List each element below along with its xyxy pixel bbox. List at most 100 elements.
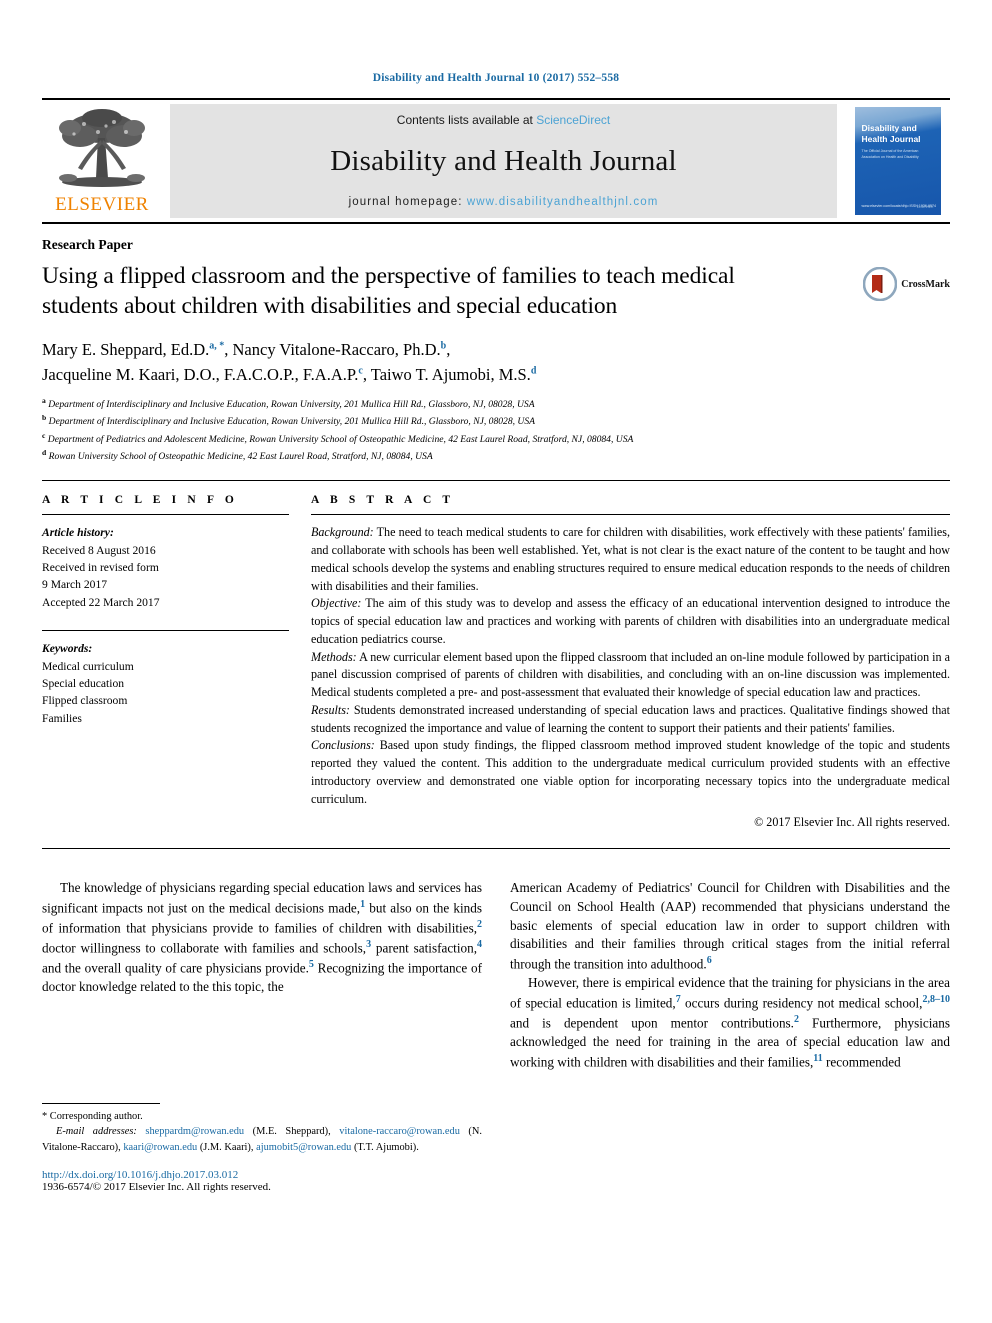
article-info-column: A R T I C L E I N F O Article history: R…	[42, 494, 289, 832]
running-head: Disability and Health Journal 10 (2017) …	[372, 72, 620, 84]
body-paragraph: American Academy of Pediatrics' Council …	[510, 879, 950, 974]
elsevier-tree-icon	[59, 109, 145, 187]
body-columns: The knowledge of physicians regarding sp…	[42, 879, 950, 1193]
abstract-column: A B S T R A C T Background: The need to …	[311, 494, 950, 832]
cover-title-line1: Disability and	[861, 123, 917, 133]
abstract-body: Background: The need to teach medical st…	[311, 524, 950, 832]
footnote-rule	[42, 1103, 160, 1105]
abstract-section-label: Methods:	[311, 649, 357, 664]
affiliation-mark: b	[42, 413, 47, 423]
author-line-2: Jacqueline M. Kaari, D.O., F.A.C.O.P., F…	[42, 362, 832, 387]
abstract-section-label: Objective:	[311, 596, 362, 611]
abstract-section: Methods: A new curricular element based …	[311, 649, 950, 702]
title-row: Using a flipped classroom and the perspe…	[42, 253, 950, 322]
sciencedirect-link[interactable]: ScienceDirect	[536, 113, 610, 127]
body-text: and the overall quality of care physicia…	[42, 960, 309, 976]
body-text: recommended	[822, 1054, 901, 1070]
contents-prefix: Contents lists available at	[396, 113, 537, 127]
crossmark-badge[interactable]: CrossMark	[863, 267, 950, 301]
contents-lists-line: Contents lists available at ScienceDirec…	[397, 113, 610, 127]
journal-title: Disability and Health Journal	[330, 145, 677, 177]
abstract-section-text: The aim of this study was to develop and…	[311, 596, 950, 646]
crossmark-label: CrossMark	[901, 278, 950, 290]
author-sheppard-affil-mark: a, *	[209, 340, 225, 352]
affiliation-text: Department of Interdisciplinary and Incl…	[48, 416, 536, 428]
keywords-divider	[42, 630, 289, 632]
article-info-heading: A R T I C L E I N F O	[42, 494, 238, 507]
abstract-section: Conclusions: Based upon study findings, …	[311, 737, 950, 808]
affiliation-row: a Department of Interdisciplinary and In…	[42, 395, 950, 412]
affiliation-mark: d	[42, 447, 47, 457]
keyword-item: Families	[42, 711, 82, 725]
affiliation-text: Department of Interdisciplinary and Incl…	[48, 399, 535, 411]
author-ajumobi: , Taiwo T. Ajumobi, M.S.	[362, 364, 531, 384]
affiliation-text: Rowan University School of Osteopathic M…	[48, 451, 433, 463]
abstract-section-label: Results:	[311, 702, 350, 717]
keywords-label: Keywords:	[42, 642, 93, 656]
citation-ref[interactable]: 2	[477, 919, 482, 930]
affiliation-list: a Department of Interdisciplinary and In…	[42, 395, 950, 464]
author-ajumobi-affil-mark: d	[530, 365, 537, 377]
affiliation-row: d Rowan University School of Osteopathic…	[42, 447, 950, 464]
abstract-section: Background: The need to teach medical st…	[311, 524, 950, 595]
history-line: Received in revised form	[42, 561, 159, 574]
abstract-section-label: Conclusions:	[311, 738, 375, 753]
email-link[interactable]: sheppardm@rowan.edu	[145, 1126, 244, 1137]
keyword-item: Special education	[42, 676, 125, 690]
abstract-section-text: A new curricular element based upon the …	[311, 649, 950, 700]
keyword-item: Medical curriculum	[42, 659, 134, 673]
email-owner: (J.M. Kaari),	[197, 1141, 257, 1153]
abstract-section-text: The need to teach medical students to ca…	[311, 525, 950, 593]
email-owner: (T.T. Ajumobi).	[351, 1141, 419, 1153]
elsevier-logo: ELSEVIER	[42, 100, 162, 222]
crossmark-icon	[863, 267, 898, 301]
document-type-label: Research Paper	[42, 237, 133, 252]
email-link[interactable]: kaari@rowan.edu	[123, 1142, 197, 1153]
affiliation-row: c Department of Pediatrics and Adolescen…	[42, 430, 950, 447]
body-text: American Academy of Pediatrics' Council …	[510, 880, 950, 972]
journal-banner: Contents lists available at ScienceDirec…	[170, 104, 837, 218]
issn-copyright-line: 1936-6574/© 2017 Elsevier Inc. All right…	[42, 1181, 271, 1194]
author-sheppard: Mary E. Sheppard, Ed.D.	[42, 339, 210, 359]
journal-homepage-link[interactable]: www.disabilityandhealthjnl.com	[467, 196, 659, 208]
keywords-block: Keywords: Medical curriculum Special edu…	[42, 640, 289, 727]
journal-cover-thumbnail[interactable]: Disability and Health Journal The Offici…	[845, 100, 950, 222]
body-text: and is dependent upon mentor contributio…	[510, 1015, 794, 1031]
article-history-block: Article history: Received 8 August 2016 …	[42, 524, 289, 611]
history-line: Accepted 22 March 2017	[42, 595, 160, 609]
body-column-right: American Academy of Pediatrics' Council …	[510, 879, 950, 1193]
body-text: doctor willingness to collaborate with f…	[42, 940, 367, 956]
affiliation-text: Department of Pediatrics and Adolescent …	[47, 433, 634, 445]
article-first-page: Disability and Health Journal 10 (2017) …	[0, 0, 992, 1323]
page-title: Using a flipped classroom and the perspe…	[42, 263, 735, 319]
citation-ref[interactable]: 4	[477, 939, 482, 950]
abstract-section: Results: Students demonstrated increased…	[311, 702, 950, 738]
footnote-area: * Corresponding author. E-mail addresses…	[42, 1103, 482, 1193]
info-abstract-band: A R T I C L E I N F O Article history: R…	[42, 480, 950, 850]
email-link[interactable]: ajumobit5@rowan.edu	[256, 1142, 351, 1153]
corresponding-author-note: * Corresponding author.	[42, 1109, 482, 1124]
elsevier-wordmark: ELSEVIER	[55, 194, 149, 215]
abstract-section-label: Background:	[311, 525, 374, 540]
citation-ref[interactable]: 11	[813, 1053, 822, 1064]
body-paragraph: However, there is empirical evidence tha…	[510, 974, 950, 1072]
history-line: 9 March 2017	[42, 578, 108, 592]
citation-ref[interactable]: 2,8–10	[922, 994, 950, 1005]
keyword-item: Flipped classroom	[42, 694, 128, 708]
author-vitalone: , Nancy Vitalone-Raccaro, Ph.D.	[224, 339, 441, 359]
abstract-copyright: © 2017 Elsevier Inc. All rights reserved…	[754, 815, 950, 830]
history-line: Received 8 August 2016	[42, 543, 156, 557]
body-column-left: The knowledge of physicians regarding sp…	[42, 879, 482, 1193]
cover-title-line2: Health Journal	[861, 133, 921, 144]
corresponding-author-text: * Corresponding author.	[42, 1111, 143, 1123]
body-text: parent satisfaction,	[371, 940, 477, 956]
author-kaari: Jacqueline M. Kaari, D.O., F.A.C.O.P., F…	[42, 364, 359, 384]
doi-link[interactable]: http://dx.doi.org/10.1016/j.dhjo.2017.03…	[42, 1169, 482, 1181]
email-link[interactable]: vitalone-raccaro@rowan.edu	[339, 1126, 460, 1137]
journal-masthead: ELSEVIER Contents lists available at Sci…	[42, 98, 950, 224]
email-owner: (M.E. Sheppard),	[244, 1126, 340, 1138]
author-line1-tail: ,	[446, 339, 451, 359]
citation-ref[interactable]: 6	[707, 955, 712, 966]
abstract-section: Objective: The aim of this study was to …	[311, 595, 950, 648]
body-paragraph: The knowledge of physicians regarding sp…	[42, 879, 482, 997]
